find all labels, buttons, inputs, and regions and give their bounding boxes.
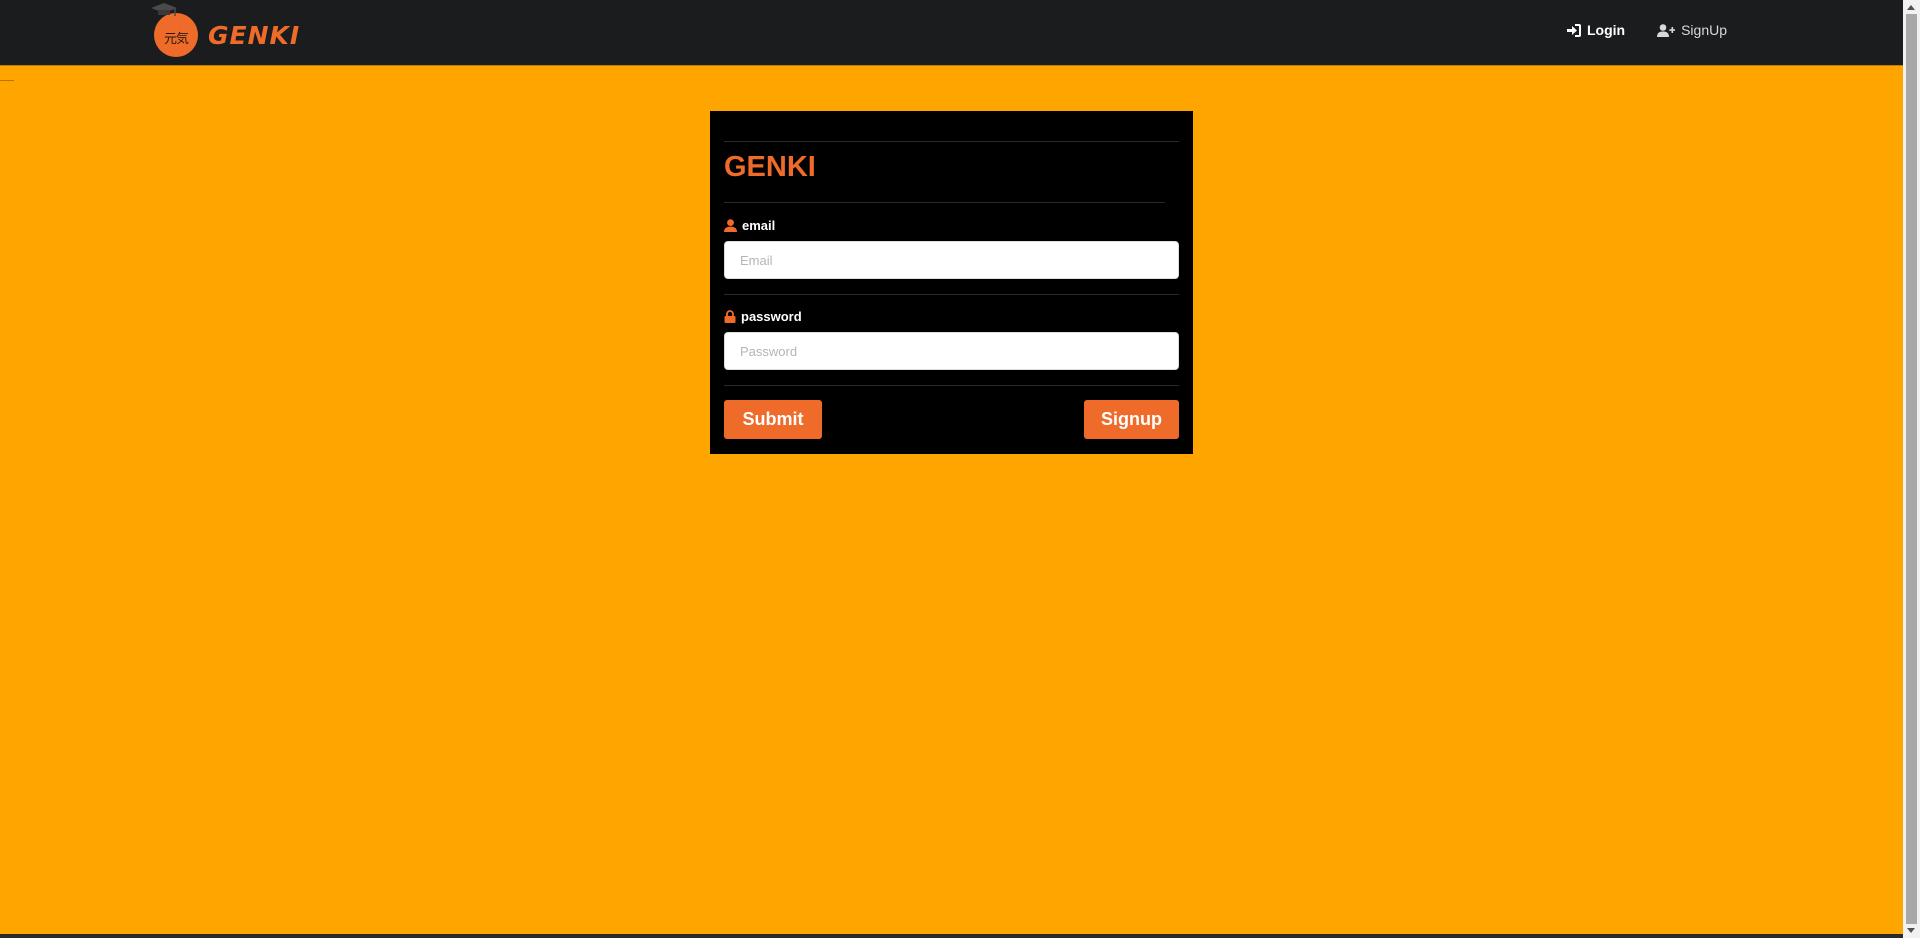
divider xyxy=(724,385,1179,386)
divider xyxy=(724,202,1165,203)
login-card: GENKI email password Submit Signup xyxy=(710,111,1193,454)
signup-button[interactable]: Signup xyxy=(1084,400,1179,439)
scroll-up-arrow-icon[interactable] xyxy=(1907,5,1915,10)
nav-login-label: Login xyxy=(1586,22,1626,38)
logo-kanji: 元気 xyxy=(163,31,189,47)
graduation-cap-icon xyxy=(151,3,177,16)
logo-badge: 元気 xyxy=(151,3,198,57)
email-label-text: email xyxy=(742,218,776,233)
password-label-text: password xyxy=(741,309,802,324)
bottom-strip xyxy=(0,934,1903,938)
nav-login-link[interactable]: Login xyxy=(1566,22,1626,38)
nav-signup-label: SignUp xyxy=(1681,22,1727,38)
nav-links: Login SignUp xyxy=(1566,22,1727,38)
login-icon xyxy=(1566,23,1581,37)
user-plus-icon xyxy=(1657,23,1676,37)
top-navbar: 元気 GENKI Login SignUp xyxy=(0,0,1903,66)
vertical-scrollbar[interactable] xyxy=(1903,0,1920,938)
brand-name: GENKI xyxy=(208,20,301,50)
scrollbar-thumb[interactable] xyxy=(1906,14,1917,924)
password-field[interactable] xyxy=(724,332,1179,370)
email-field[interactable] xyxy=(724,241,1179,279)
nav-signup-link[interactable]: SignUp xyxy=(1657,22,1727,38)
email-label: email xyxy=(724,218,775,233)
password-label: password xyxy=(724,309,802,324)
brand-logo-link[interactable]: 元気 GENKI xyxy=(151,3,301,58)
scroll-down-arrow-icon[interactable] xyxy=(1907,928,1915,933)
submit-button[interactable]: Submit xyxy=(724,400,822,439)
lock-icon xyxy=(724,310,736,323)
divider xyxy=(0,80,14,81)
divider xyxy=(724,141,1179,142)
user-icon xyxy=(724,219,737,232)
divider xyxy=(724,294,1179,295)
form-title: GENKI xyxy=(724,151,816,183)
